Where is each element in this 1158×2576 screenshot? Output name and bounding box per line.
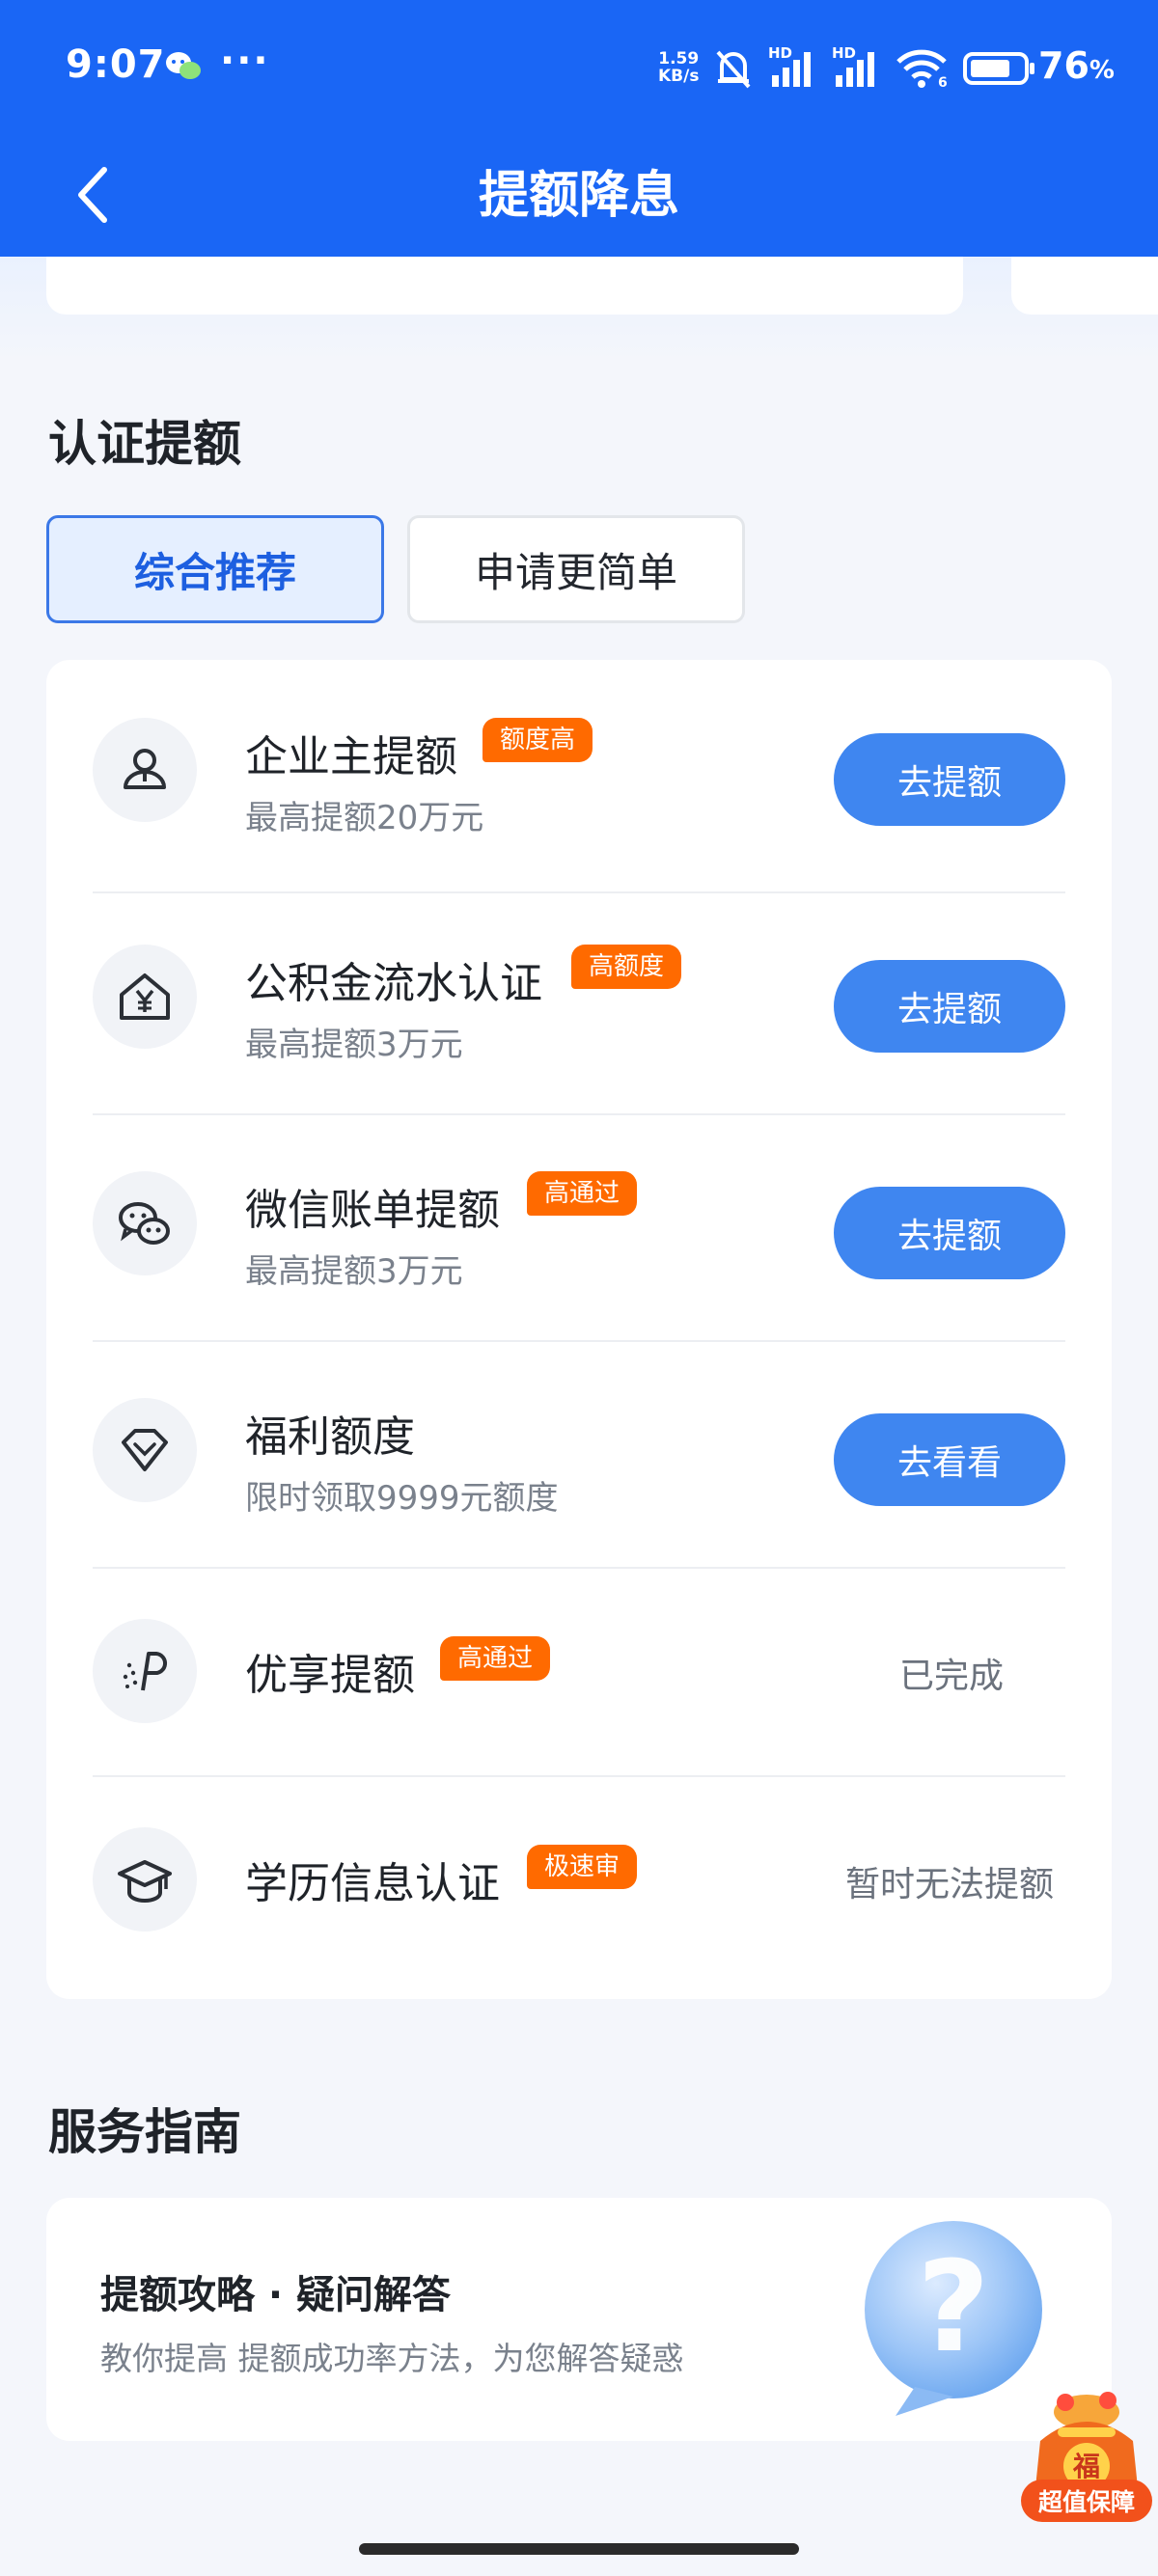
list-item[interactable]: 福利额度 限时领取9999元额度 去看看 (46, 1340, 1112, 1569)
svg-text:?: ? (917, 2233, 989, 2380)
raise-limit-button[interactable]: 去提额 (834, 960, 1065, 1053)
item-title: 学历信息认证 (245, 1859, 500, 1908)
back-button[interactable] (54, 156, 131, 233)
net-speed: 1.59 KB/s (658, 50, 699, 85)
status-time: 9:07 (66, 42, 166, 87)
item-title: 福利额度 (245, 1412, 415, 1462)
verify-list: 企业主提额 额度高 最高提额20万元 去提额 公积金流水认证 高额度 最高提额3… (46, 660, 1112, 1999)
section-title-verify: 认证提额 (48, 416, 241, 472)
net-speed-value: 1.59 (658, 49, 700, 69)
service-guide-card[interactable]: 提额攻略 · 疑问解答 教你提高 提额成功率方法，为您解答疑惑 ? (46, 2198, 1112, 2441)
section-title-service: 服务指南 (48, 2104, 241, 2160)
item-badge: 高通过 (440, 1636, 551, 1681)
speed-p-icon (93, 1619, 197, 1723)
signal-2: HD (832, 44, 880, 89)
battery-unit: % (1089, 56, 1115, 85)
signal-1-icon (772, 52, 811, 87)
item-badge: 额度高 (482, 718, 593, 762)
list-item[interactable]: 优享提额 高通过 已完成 (46, 1567, 1112, 1777)
value-guarantee-badge[interactable]: 超值保障 (1021, 2480, 1152, 2522)
wifi: 6 (896, 48, 948, 91)
home-indicator[interactable] (359, 2543, 799, 2555)
item-title: 微信账单提额 (245, 1186, 500, 1235)
graduation-cap-icon (93, 1827, 197, 1932)
signal-2-icon (836, 52, 874, 87)
battery-percent: 76% (1038, 44, 1115, 87)
item-subtitle: 最高提额20万元 (245, 799, 484, 837)
chevron-left-icon (78, 167, 107, 223)
battery-icon (963, 52, 1034, 85)
service-title: 提额攻略 · 疑问解答 (100, 2273, 452, 2317)
item-status: 暂时无法提额 (845, 1865, 1055, 1905)
item-badge: 高通过 (527, 1171, 638, 1216)
item-subtitle: 最高提额3万元 (245, 1252, 463, 1291)
item-title: 优享提额 (245, 1651, 415, 1700)
list-item[interactable]: 微信账单提额 高通过 最高提额3万元 去提额 (46, 1113, 1112, 1342)
tab-easy-apply[interactable]: 申请更简单 (407, 515, 745, 623)
nav-bar: 提额降息 (0, 135, 1158, 257)
person-icon (93, 718, 197, 822)
item-title: 企业主提额 (245, 732, 457, 781)
app-header: 9:07 ··· 1.59 KB/s HD HD 6 76% 提额降息 (0, 0, 1158, 257)
more-notifications-icon: ··· (220, 39, 270, 83)
item-badge: 高额度 (571, 945, 682, 989)
net-speed-unit: KB/s (658, 67, 700, 86)
status-icons: HD HD 6 (714, 44, 1036, 91)
raise-limit-button[interactable]: 去提额 (834, 733, 1065, 826)
item-subtitle: 最高提额3万元 (245, 1026, 463, 1064)
item-title: 公积金流水认证 (245, 959, 542, 1008)
service-desc: 教你提高 提额成功率方法，为您解答疑惑 (100, 2340, 684, 2377)
battery-value: 76 (1038, 44, 1089, 87)
view-button[interactable]: 去看看 (834, 1413, 1065, 1506)
wechat-notification-icon (166, 52, 201, 79)
tab-recommended[interactable]: 综合推荐 (46, 515, 384, 623)
page-title: 提额降息 (478, 167, 679, 225)
list-item[interactable]: 学历信息认证 极速审 暂时无法提额 (46, 1775, 1112, 1984)
signal-1: HD (768, 44, 816, 89)
raise-limit-button[interactable]: 去提额 (834, 1187, 1065, 1279)
wechat-icon (93, 1171, 197, 1275)
bell-muted-icon (716, 50, 751, 89)
diamond-icon (93, 1398, 197, 1502)
status-bar: 9:07 ··· 1.59 KB/s HD HD 6 76% (0, 0, 1158, 135)
lucky-glyph: 福 (1072, 2451, 1100, 2482)
wifi-6-label: 6 (938, 75, 948, 91)
house-yen-icon (93, 945, 197, 1049)
item-subtitle: 限时领取9999元额度 (245, 1479, 559, 1518)
item-badge: 极速审 (527, 1845, 638, 1889)
item-status: 已完成 (899, 1657, 1005, 1696)
list-item[interactable]: 公积金流水认证 高额度 最高提额3万元 去提额 (46, 887, 1112, 1115)
list-item[interactable]: 企业主提额 额度高 最高提额20万元 去提额 (46, 660, 1112, 893)
